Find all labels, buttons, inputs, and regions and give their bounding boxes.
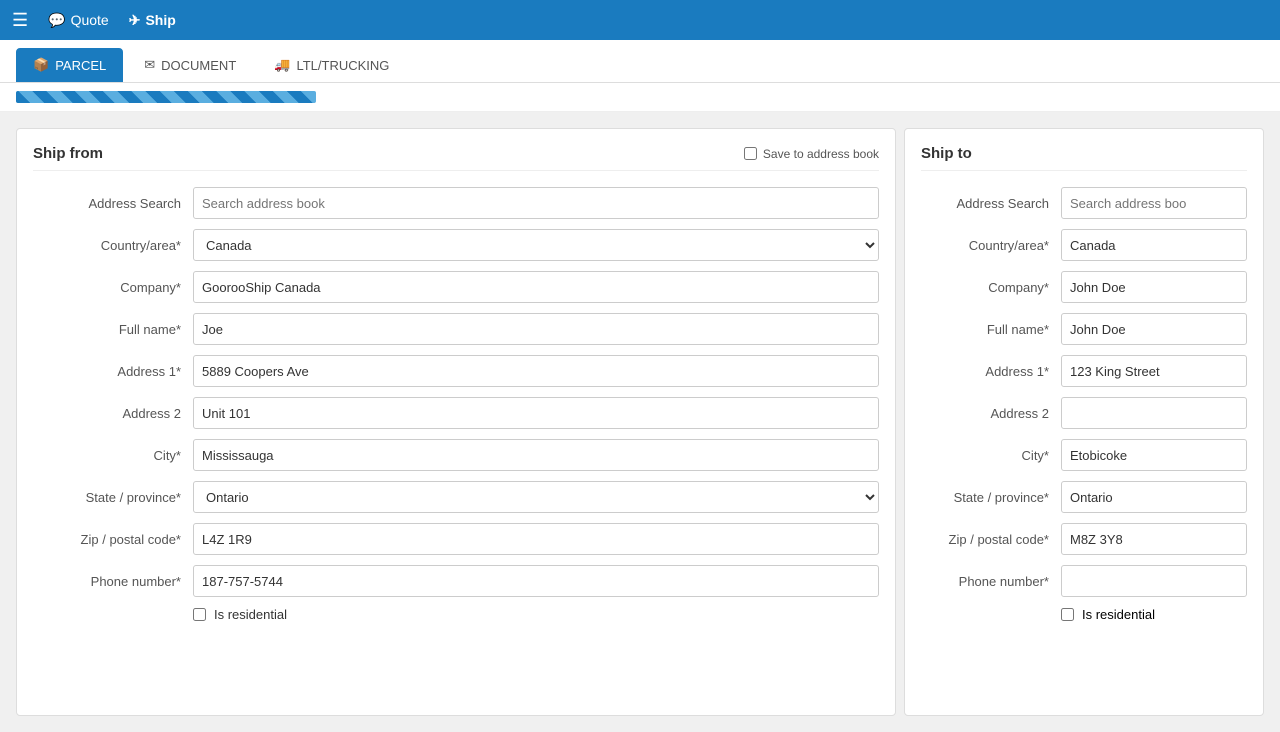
to-address1-label: Address 1*	[921, 364, 1061, 379]
from-address2-label: Address 2	[33, 406, 193, 421]
from-address1-row: Address 1*	[33, 355, 879, 387]
from-country-label: Country/area*	[33, 238, 193, 253]
top-navigation: ☰ 💬 Quote ✈ Ship	[0, 0, 1280, 40]
to-residential-checkbox[interactable]	[1061, 608, 1074, 621]
progress-bar	[16, 91, 316, 103]
to-phone-row: Phone number*	[921, 565, 1247, 597]
tab-ltl-trucking[interactable]: 🚚 LTL/TRUCKING	[257, 48, 406, 82]
ship-from-header: Ship from Save to address book	[33, 145, 879, 171]
from-company-input[interactable]	[193, 271, 879, 303]
from-city-label: City*	[33, 448, 193, 463]
to-company-row: Company*	[921, 271, 1247, 303]
from-company-row: Company*	[33, 271, 879, 303]
nav-ship[interactable]: ✈ Ship	[129, 12, 176, 29]
to-address1-input[interactable]	[1061, 355, 1247, 387]
nav-quote[interactable]: 💬 Quote	[48, 12, 109, 29]
to-zip-label: Zip / postal code*	[921, 532, 1061, 547]
progress-bar-container	[0, 83, 1280, 112]
to-state-input[interactable]	[1061, 481, 1247, 513]
from-residential-checkbox[interactable]	[193, 608, 206, 621]
from-country-row: Country/area* Canada	[33, 229, 879, 261]
to-address2-label: Address 2	[921, 406, 1061, 421]
to-address2-row: Address 2	[921, 397, 1247, 429]
from-fullname-input[interactable]	[193, 313, 879, 345]
to-state-label: State / province*	[921, 490, 1061, 505]
tab-bar: 📦 PARCEL ✉ DOCUMENT 🚚 LTL/TRUCKING	[0, 40, 1280, 83]
to-country-row: Country/area*	[921, 229, 1247, 261]
save-address-checkbox[interactable]	[744, 147, 757, 160]
from-zip-input[interactable]	[193, 523, 879, 555]
from-state-row: State / province* Ontario	[33, 481, 879, 513]
trucking-icon: 🚚	[274, 57, 290, 73]
from-zip-row: Zip / postal code*	[33, 523, 879, 555]
to-company-label: Company*	[921, 280, 1061, 295]
from-phone-label: Phone number*	[33, 574, 193, 589]
menu-icon[interactable]: ☰	[12, 10, 28, 31]
to-country-label: Country/area*	[921, 238, 1061, 253]
ship-from-card: Ship from Save to address book Address S…	[16, 128, 896, 716]
nav-ship-label: Ship	[145, 12, 175, 28]
to-residential-row: Is residential	[1061, 607, 1247, 622]
save-address-btn[interactable]: Save to address book	[744, 147, 879, 161]
parcel-icon: 📦	[33, 57, 49, 73]
nav-quote-label: Quote	[71, 12, 109, 28]
from-city-row: City*	[33, 439, 879, 471]
ship-to-card: Ship to Address Search Country/area* Com…	[904, 128, 1264, 716]
tab-parcel[interactable]: 📦 PARCEL	[16, 48, 123, 82]
tab-document[interactable]: ✉ DOCUMENT	[127, 48, 253, 82]
to-phone-label: Phone number*	[921, 574, 1061, 589]
to-address2-input[interactable]	[1061, 397, 1247, 429]
document-icon: ✉	[144, 57, 155, 73]
save-address-label: Save to address book	[763, 147, 879, 161]
to-city-row: City*	[921, 439, 1247, 471]
from-city-input[interactable]	[193, 439, 879, 471]
to-residential-label[interactable]: Is residential	[1082, 607, 1155, 622]
to-city-input[interactable]	[1061, 439, 1247, 471]
to-address-search-label: Address Search	[921, 196, 1061, 211]
from-fullname-label: Full name*	[33, 322, 193, 337]
to-fullname-row: Full name*	[921, 313, 1247, 345]
to-company-input[interactable]	[1061, 271, 1247, 303]
from-address-search-row: Address Search	[33, 187, 879, 219]
to-fullname-input[interactable]	[1061, 313, 1247, 345]
from-residential-label[interactable]: Is residential	[214, 607, 287, 622]
to-address1-row: Address 1*	[921, 355, 1247, 387]
quote-icon: 💬	[48, 12, 65, 29]
from-state-label: State / province*	[33, 490, 193, 505]
ship-from-title: Ship from	[33, 145, 103, 162]
to-address-search-input[interactable]	[1061, 187, 1247, 219]
from-address1-input[interactable]	[193, 355, 879, 387]
from-country-select[interactable]: Canada	[193, 229, 879, 261]
to-zip-input[interactable]	[1061, 523, 1247, 555]
to-address-search-row: Address Search	[921, 187, 1247, 219]
from-address2-input[interactable]	[193, 397, 879, 429]
from-residential-row: Is residential	[193, 607, 879, 622]
to-fullname-label: Full name*	[921, 322, 1061, 337]
from-zip-label: Zip / postal code*	[33, 532, 193, 547]
main-content: Ship from Save to address book Address S…	[0, 112, 1280, 732]
from-address-search-label: Address Search	[33, 196, 193, 211]
to-city-label: City*	[921, 448, 1061, 463]
to-phone-input[interactable]	[1061, 565, 1247, 597]
ship-icon: ✈	[129, 12, 141, 29]
from-address1-label: Address 1*	[33, 364, 193, 379]
to-country-input[interactable]	[1061, 229, 1247, 261]
to-state-row: State / province*	[921, 481, 1247, 513]
from-fullname-row: Full name*	[33, 313, 879, 345]
from-company-label: Company*	[33, 280, 193, 295]
from-phone-input[interactable]	[193, 565, 879, 597]
from-phone-row: Phone number*	[33, 565, 879, 597]
from-address2-row: Address 2	[33, 397, 879, 429]
to-zip-row: Zip / postal code*	[921, 523, 1247, 555]
ship-to-header: Ship to	[921, 145, 1247, 171]
ship-to-title: Ship to	[921, 145, 972, 162]
from-address-search-input[interactable]	[193, 187, 879, 219]
from-state-select[interactable]: Ontario	[193, 481, 879, 513]
